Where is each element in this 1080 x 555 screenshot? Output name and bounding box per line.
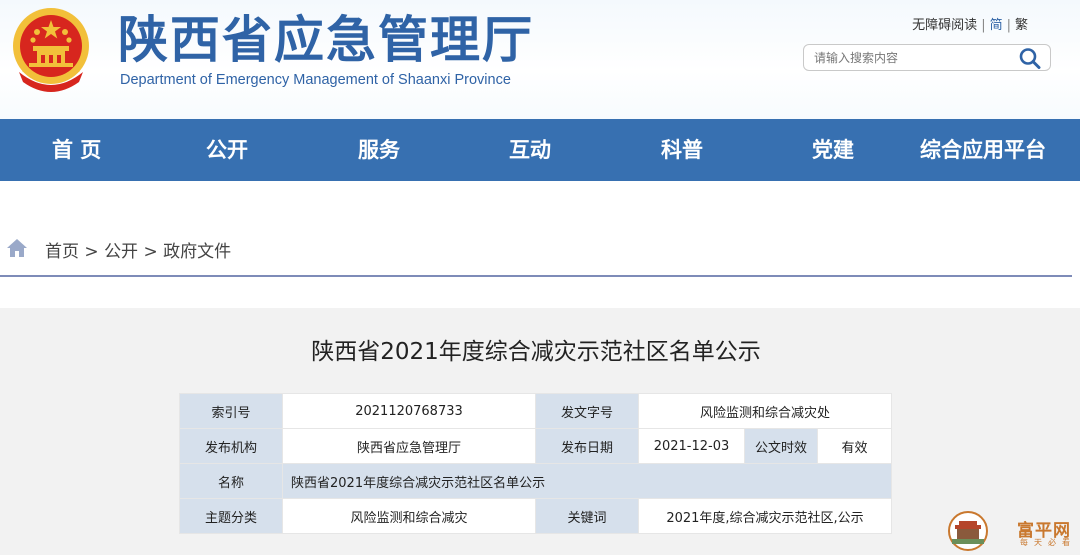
- national-emblem-icon: [13, 8, 89, 92]
- meta-label: 主题分类: [179, 498, 283, 534]
- meta-label: 发文字号: [535, 393, 639, 429]
- document-title: 陕西省2021年度综合减灾示范社区名单公示: [311, 339, 761, 365]
- breadcrumb-home[interactable]: 首页: [45, 242, 79, 262]
- nav-item-interaction[interactable]: 互动: [509, 119, 551, 181]
- publish-date-value: 2021-12-03: [638, 428, 745, 464]
- nav-item-service[interactable]: 服务: [358, 119, 400, 181]
- validity-value: 有效: [817, 428, 892, 464]
- document-number-value: 风险监测和综合减灾处: [638, 393, 892, 429]
- table-row: 名称 陕西省2021年度综合减灾示范社区名单公示: [179, 463, 892, 499]
- site-header: 陕西省应急管理厅 Department of Emergency Managem…: [0, 0, 1080, 119]
- search-input[interactable]: [814, 49, 1014, 67]
- table-row: 索引号 2021120768733 发文字号 风险监测和综合减灾处: [179, 393, 892, 429]
- nav-item-home[interactable]: 首 页: [52, 119, 101, 181]
- site-title: 陕西省应急管理厅: [118, 11, 534, 69]
- index-number-value: 2021120768733: [282, 393, 536, 429]
- meta-label: 索引号: [179, 393, 283, 429]
- top-links: 无障碍阅读 | 简 | 繁: [912, 14, 1028, 33]
- link-separator: |: [981, 18, 986, 33]
- meta-label: 发布机构: [179, 428, 283, 464]
- nav-item-public[interactable]: 公开: [206, 119, 248, 181]
- breadcrumb-divider: [0, 275, 1072, 277]
- issuer-value: 陕西省应急管理厅: [282, 428, 536, 464]
- document-name-value: 陕西省2021年度综合减灾示范社区名单公示: [282, 463, 892, 499]
- link-separator: |: [1006, 18, 1011, 33]
- nav-item-science[interactable]: 科普: [661, 119, 703, 181]
- meta-label: 发布日期: [535, 428, 639, 464]
- breadcrumb-separator: >: [143, 242, 158, 262]
- meta-label: 关键词: [535, 498, 639, 534]
- table-row: 主题分类 风险监测和综合减灾 关键词 2021年度,综合减灾示范社区,公示: [179, 498, 892, 534]
- breadcrumb-separator: >: [84, 242, 99, 262]
- home-icon: [7, 239, 27, 257]
- breadcrumb-government-documents[interactable]: 政府文件: [163, 242, 231, 262]
- main-nav: 首 页 公开 服务 互动 科普 党建 综合应用平台: [0, 119, 1080, 181]
- accessibility-link[interactable]: 无障碍阅读: [912, 18, 977, 33]
- topic-value: 风险监测和综合减灾: [282, 498, 536, 534]
- nav-item-party[interactable]: 党建: [812, 119, 854, 181]
- table-row: 发布机构 陕西省应急管理厅 发布日期 2021-12-03 公文时效 有效: [179, 428, 892, 464]
- nav-item-platform[interactable]: 综合应用平台: [920, 119, 1046, 181]
- search-box: [803, 44, 1051, 71]
- site-title-english: Department of Emergency Management of Sh…: [120, 72, 511, 88]
- document-meta-table: 索引号 2021120768733 发文字号 风险监测和综合减灾处 发布机构 陕…: [179, 393, 892, 534]
- traditional-chinese-link[interactable]: 繁: [1015, 18, 1028, 33]
- search-icon[interactable]: [1018, 47, 1042, 69]
- meta-label: 公文时效: [744, 428, 818, 464]
- simplified-chinese-link[interactable]: 简: [990, 18, 1003, 33]
- watermark-subtext: 每天必看: [1020, 538, 1076, 547]
- meta-label: 名称: [179, 463, 283, 499]
- breadcrumb-public[interactable]: 公开: [104, 242, 138, 262]
- keywords-value: 2021年度,综合减灾示范社区,公示: [638, 498, 892, 534]
